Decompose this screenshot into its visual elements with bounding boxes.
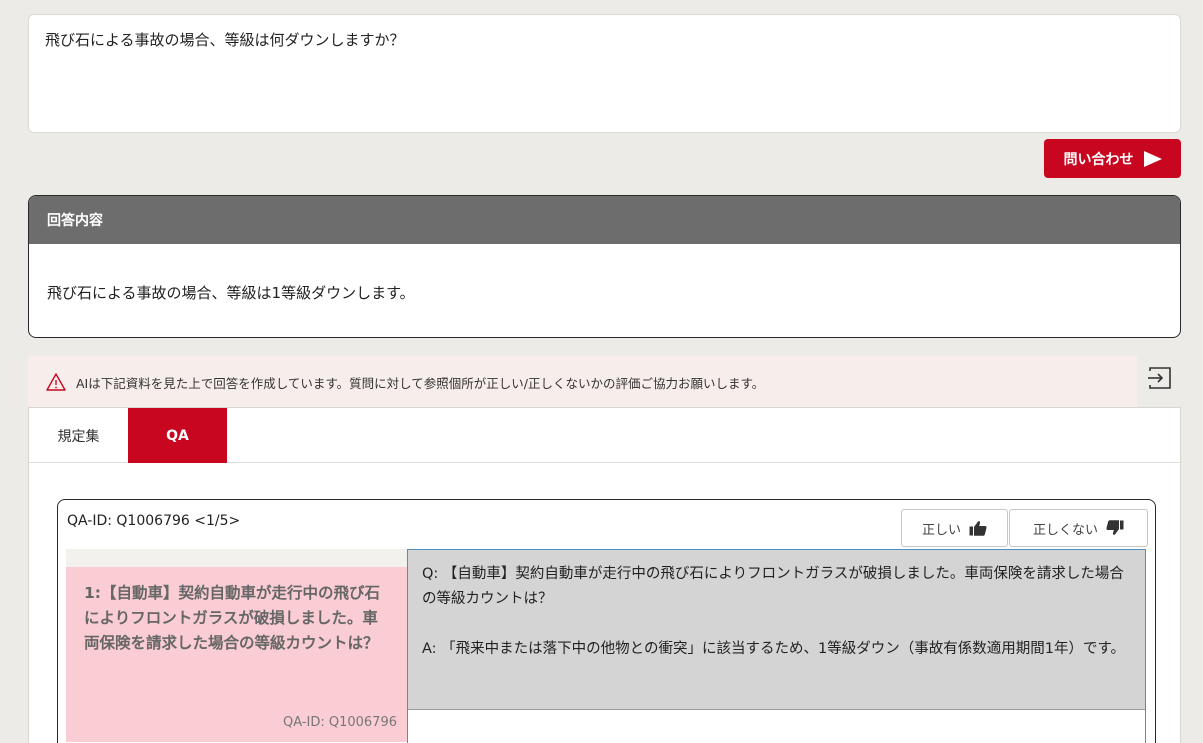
answer-header: 回答内容 — [29, 196, 1180, 244]
submit-inquiry-button[interactable]: 問い合わせ — [1044, 139, 1181, 178]
answer-text: 飛び石による事故の場合、等級は1等級ダウンします。 — [47, 284, 415, 302]
notice-banner: AIは下記資料を見た上で回答を作成しています。質問に対して参照個所が正しい/正し… — [28, 356, 1137, 408]
tab-regulations[interactable]: 規定集 — [29, 408, 128, 463]
qa-detail-question: Q: 【自動車】契約自動車が走行中の飛び石によりフロントガラスが破損しました。車… — [422, 566, 1124, 607]
qa-list-top — [66, 549, 407, 567]
correct-label: 正しい — [921, 522, 961, 538]
tab-qa[interactable]: QA — [128, 408, 227, 463]
qa-detail: Q: 【自動車】契約自動車が走行中の飛び石によりフロントガラスが破損しました。車… — [407, 549, 1146, 743]
qa-list-item-title: 1:【自動車】契約自動車が走行中の飛び石によりフロントガラスが破損しました。車両… — [84, 584, 380, 652]
qa-card: QA-ID: Q1006796 <1/5> 正しい 正しくない 1:【自動車】契… — [57, 499, 1156, 743]
mark-correct-button[interactable]: 正しい — [901, 509, 1008, 547]
question-input[interactable]: 飛び石による事故の場合、等級は何ダウンしますか？ — [28, 14, 1181, 133]
answer-card: 回答内容 飛び石による事故の場合、等級は1等級ダウンします。 — [28, 195, 1181, 338]
thumbs-up-icon — [969, 521, 987, 536]
send-arrow-icon — [1143, 150, 1162, 167]
qa-id-header: QA-ID: Q1006796 <1/5> — [67, 513, 241, 529]
qa-detail-content: Q: 【自動車】契約自動車が走行中の飛び石によりフロントガラスが破損しました。車… — [408, 550, 1145, 710]
notice-text: AIは下記資料を見た上で回答を作成しています。質問に対して参照個所が正しい/正し… — [76, 375, 765, 391]
warning-icon — [46, 373, 66, 391]
qa-list-item-id: QA-ID: Q1006796 — [282, 715, 397, 730]
qa-list-item[interactable]: 1:【自動車】契約自動車が走行中の飛び石によりフロントガラスが破損しました。車両… — [66, 567, 407, 742]
qa-detail-answer: A: 「飛来中または落下中の他物との衝突」に該当するため、1等級ダウン（事故有係… — [422, 641, 1126, 657]
reference-tabs: 規定集 QA — [29, 408, 1180, 463]
submit-label: 問い合わせ — [1063, 151, 1134, 168]
mark-incorrect-button[interactable]: 正しくない — [1009, 509, 1148, 547]
export-icon[interactable] — [1147, 366, 1173, 390]
incorrect-label: 正しくない — [1032, 522, 1098, 538]
thumbs-down-icon — [1106, 520, 1124, 535]
reference-panel: 規定集 QA QA-ID: Q1006796 <1/5> 正しい 正しくない 1… — [28, 407, 1181, 743]
